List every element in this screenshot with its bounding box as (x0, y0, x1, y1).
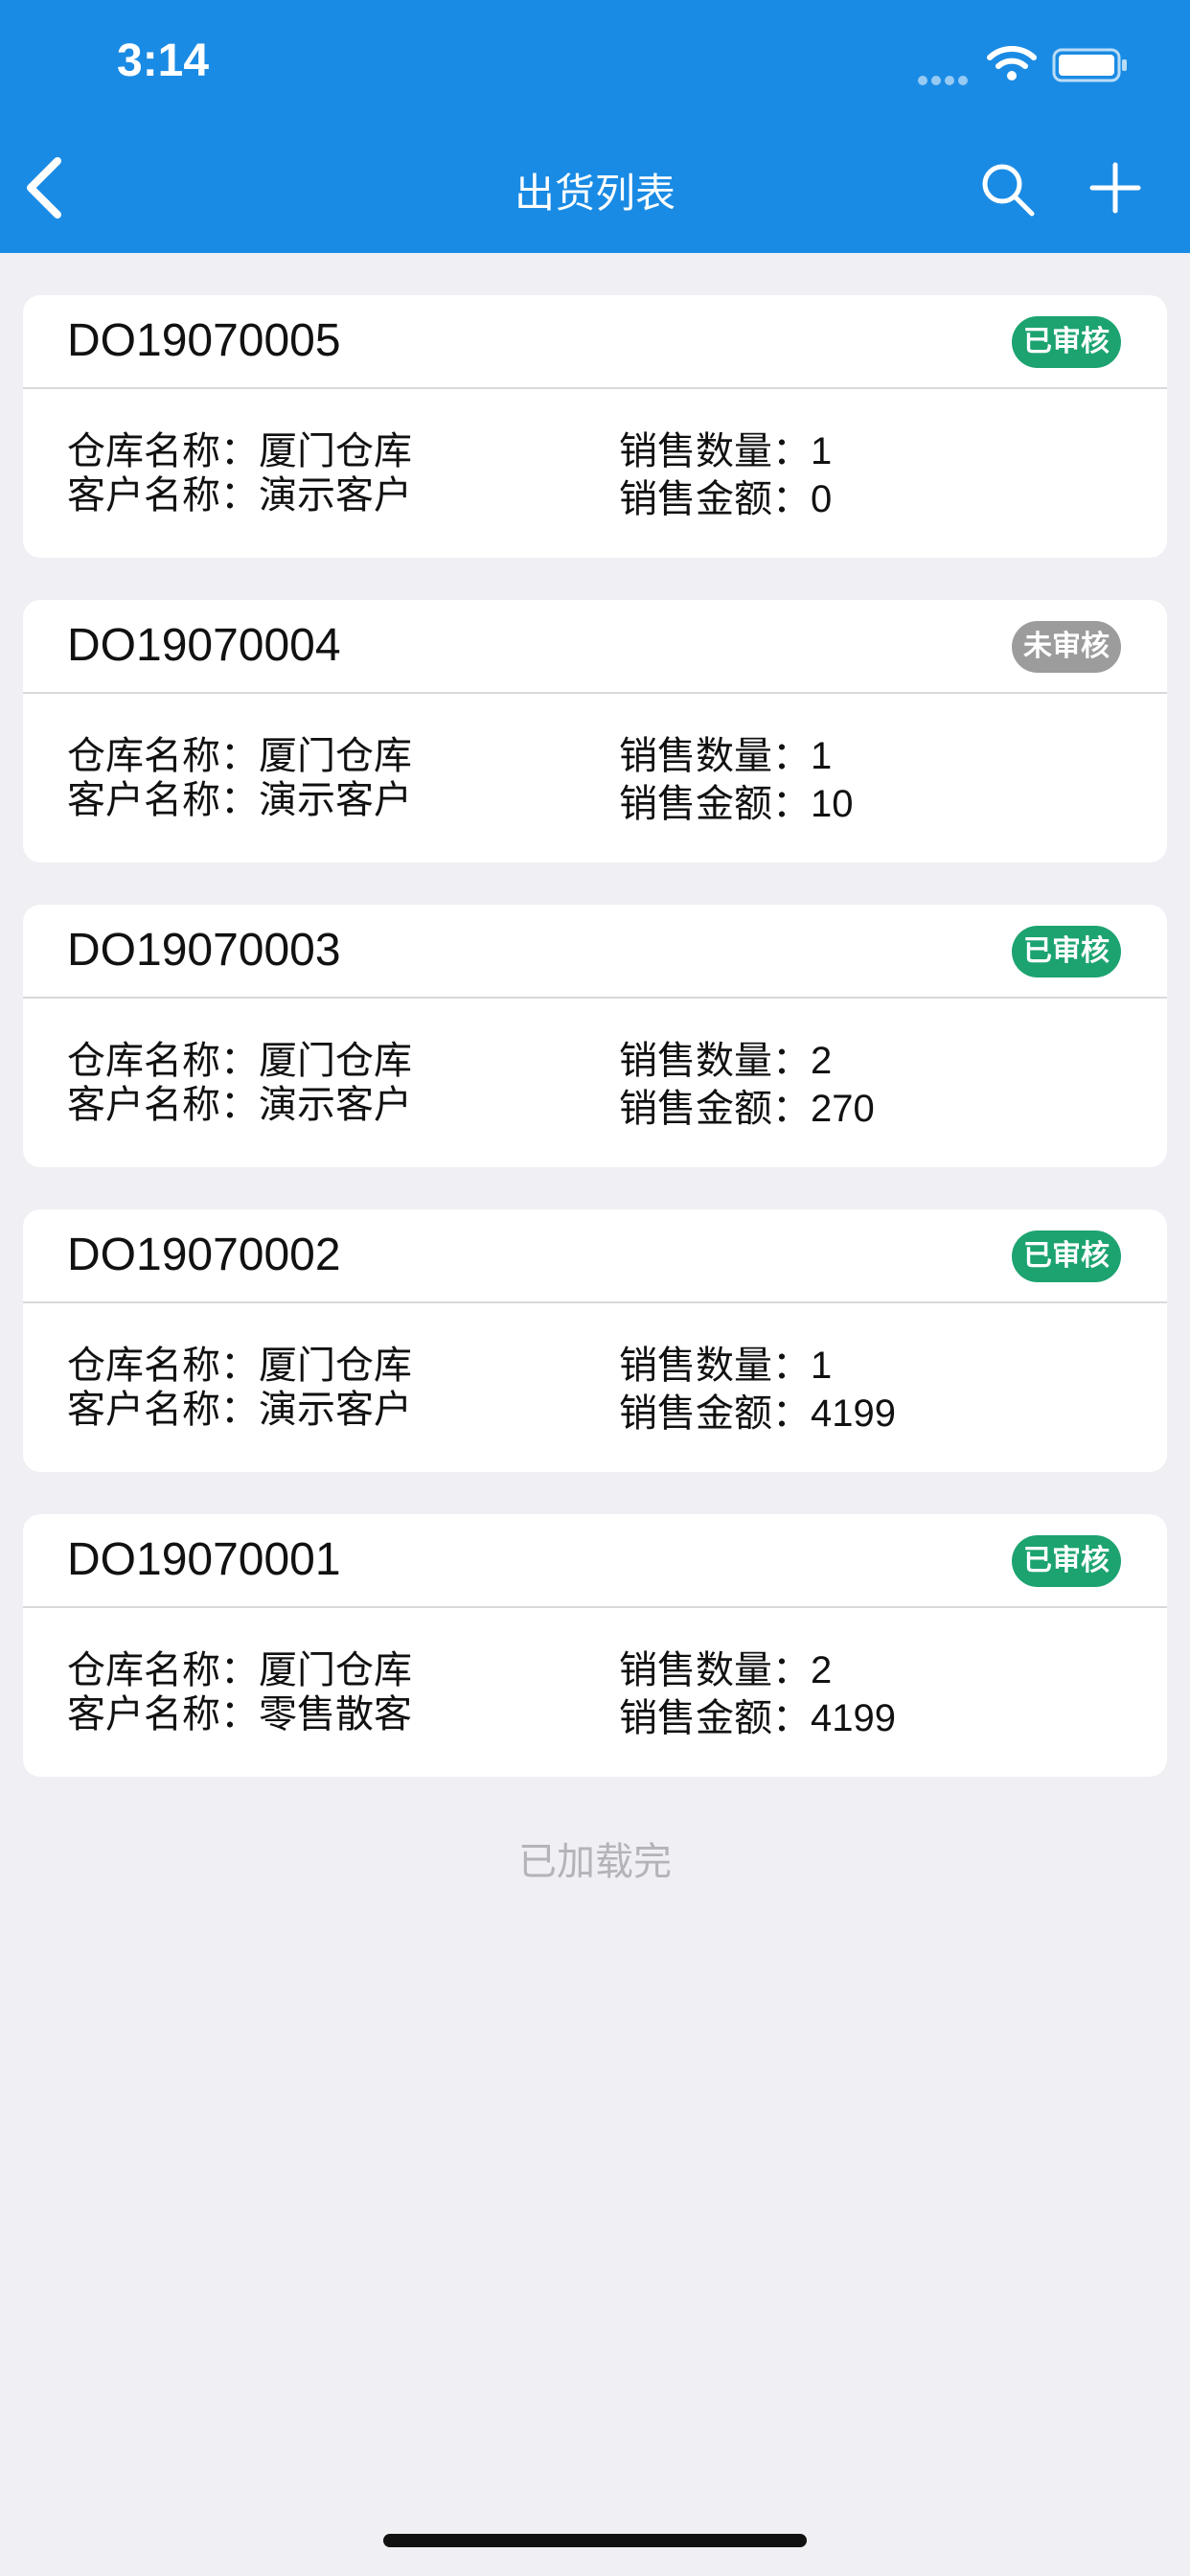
amount-field: 销售金额：4199 (619, 1696, 896, 1740)
customer-field: 客户名称：演示客户 (67, 1083, 412, 1127)
order-card-header: DO19070005 已审核 (23, 295, 1167, 389)
customer-field: 客户名称：零售散客 (67, 1692, 412, 1736)
status-badge: 已审核 (1012, 926, 1121, 978)
amount-field: 销售金额：270 (619, 1087, 875, 1131)
order-card[interactable]: DO19070003 已审核 仓库名称：厦门仓库 客户名称：演示客户 销售数量：… (23, 905, 1167, 1167)
customer-field: 客户名称：演示客户 (67, 473, 412, 518)
wifi-icon (987, 46, 1037, 80)
nav-bar: 3:14 出货列表 (0, 0, 1190, 253)
order-number: DO19070004 (67, 620, 341, 671)
amount-field: 销售金额：10 (619, 782, 854, 826)
home-indicator[interactable] (383, 2534, 807, 2547)
status-badge: 未审核 (1012, 621, 1121, 673)
order-number: DO19070002 (67, 1230, 341, 1280)
order-card[interactable]: DO19070002 已审核 仓库名称：厦门仓库 客户名称：演示客户 销售数量：… (23, 1209, 1167, 1472)
list-end-text: 已加载完 (518, 1840, 672, 1884)
status-badge: 已审核 (1012, 316, 1121, 368)
order-card-header: DO19070004 未审核 (23, 600, 1167, 694)
search-icon[interactable] (979, 161, 1037, 218)
order-number: DO19070003 (67, 925, 341, 976)
order-number: DO19070001 (67, 1534, 341, 1585)
order-card[interactable]: DO19070001 已审核 仓库名称：厦门仓库 客户名称：零售散客 销售数量：… (23, 1514, 1167, 1777)
order-number: DO19070005 (67, 315, 341, 366)
order-card-header: DO19070001 已审核 (23, 1514, 1167, 1608)
customer-field: 客户名称：演示客户 (67, 1388, 412, 1432)
add-icon[interactable] (1088, 161, 1142, 215)
customer-field: 客户名称：演示客户 (67, 778, 412, 822)
status-badge: 已审核 (1012, 1230, 1121, 1282)
order-card-header: DO19070003 已审核 (23, 905, 1167, 999)
order-card[interactable]: DO19070005 已审核 仓库名称：厦门仓库 客户名称：演示客户 销售数量：… (23, 295, 1167, 558)
amount-field: 销售金额：0 (619, 477, 833, 521)
battery-icon (1052, 48, 1127, 82)
order-card-header: DO19070002 已审核 (23, 1209, 1167, 1303)
status-time: 3:14 (117, 35, 210, 86)
amount-field: 销售金额：4199 (619, 1392, 896, 1436)
order-card[interactable]: DO19070004 未审核 仓库名称：厦门仓库 客户名称：演示客户 销售数量：… (23, 600, 1167, 862)
signal-icon (918, 71, 972, 85)
status-badge: 已审核 (1012, 1535, 1121, 1587)
